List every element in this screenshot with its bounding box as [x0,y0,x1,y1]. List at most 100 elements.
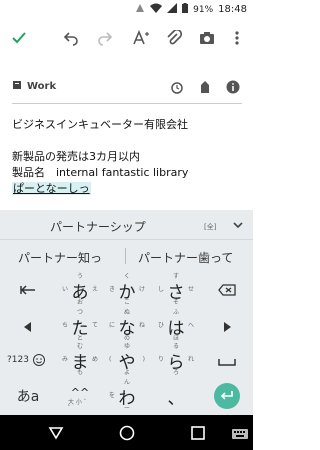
zen-label: [全] [204,223,217,231]
note-line: 新製品の発売は3カ月以内 [12,150,140,163]
flick-right: ) [142,356,145,363]
key-char: わ [118,388,136,409]
key-char: な [118,318,136,339]
triangle-left-icon [24,317,32,336]
key-char: ら [167,352,185,373]
divider [125,248,126,264]
kana-key-a[interactable]: うい あ えお [56,273,104,307]
triangle-right-icon [223,317,231,336]
flick-right: め [91,356,98,363]
symbol-key-label: ?123 [7,355,29,365]
cursor-back-key[interactable] [8,273,48,307]
move-left-key[interactable] [8,309,48,343]
label-chip[interactable]: Work [12,80,56,93]
wifi-icon [150,3,163,16]
flick-left: し [158,286,165,293]
more-menu-icon[interactable] [228,29,246,47]
key-char: か [118,282,136,303]
key-char: さ [167,282,185,303]
backspace-key[interactable] [207,273,247,307]
chevron-down-icon[interactable] [231,218,245,232]
flick-right: へ [187,322,194,329]
done-check-icon[interactable] [10,29,28,47]
key-char: は [167,318,185,339]
key-char: あ [71,282,89,303]
kana-key-ta[interactable]: つち た てと [56,309,104,343]
kana-key-ra[interactable]: るり ら れろ [152,343,200,377]
note-line: 製品名 internal fantastic library [12,166,189,179]
text-format-icon[interactable] [132,29,150,47]
signal-icon [167,3,178,16]
flick-right: ね [138,322,145,329]
key-char: た [71,318,89,339]
kana-key-sa[interactable]: すし さ せそ [152,273,200,307]
flick-right: え [91,286,98,293]
kana-key-ha[interactable]: ふひ は へほ [152,309,200,343]
attach-icon[interactable] [165,29,183,47]
status-bar: 91% 18:48 [0,0,253,19]
kana-key-wa[interactable]: んを わ ー [103,379,151,413]
kana-key-ka[interactable]: くき か けこ [103,273,151,307]
key-grid: ?123 あa うい あ えお くき か けこ すし さ せそ つち た てと … [0,273,253,415]
keyboard-switch-icon[interactable] [232,425,248,441]
flick-left: み [62,356,69,363]
note-body[interactable]: ビジネスインキュベーター有限会社 新製品の発売は3カ月以内 製品名 intern… [12,117,242,197]
flick-right: て [91,322,98,329]
input-mode-key[interactable]: あa [8,379,48,413]
punctuation-key[interactable]: 、 [152,379,200,413]
move-right-key[interactable] [207,309,247,343]
symbol-key[interactable]: ?123 [0,343,52,377]
small-dakuten-label: 大 小 ゛ ゜ [68,399,90,412]
main-candidate[interactable]: パートナーシップ [50,218,146,235]
battery-percent: 91% [193,4,214,15]
enter-icon [214,383,240,409]
flick-left: を [109,392,116,399]
flick-left: ち [62,322,69,329]
undo-icon[interactable] [62,29,80,47]
flick-right: け [138,286,145,293]
kana-key-ma[interactable]: むみ ま めも [56,343,104,377]
key-char: 、 [167,388,185,409]
flick-left: り [158,356,165,363]
notification-icon [135,3,145,16]
home-circle-icon[interactable] [119,425,135,441]
back-triangle-icon[interactable] [48,425,64,441]
arrow-left-bar-icon [20,281,36,300]
label-name: Work [27,81,57,92]
flick-left: ひ [158,322,165,329]
label-row: Work [12,76,242,104]
flick-right: れ [187,356,194,363]
composing-text: ぱーとなーしっ [12,182,91,195]
flick-left: い [62,286,69,293]
suggestion-bar: パートナーシップ [全] [0,210,253,240]
note-toolbar [0,19,253,57]
info-icon[interactable] [226,79,240,98]
camera-icon[interactable] [198,29,216,47]
label-icon [12,80,22,93]
flick-left: に [109,322,116,329]
reminder-alarm-icon[interactable] [170,79,184,98]
flick-right: せ [187,286,194,293]
recents-square-icon[interactable] [190,425,206,441]
candidate[interactable]: パートナー知っ [18,249,102,266]
redo-icon[interactable] [96,29,114,47]
input-mode-label: あa [16,389,40,405]
note-line: ビジネスインキュベーター有限会社 [12,118,188,131]
key-char: や [118,352,136,373]
kana-key-na[interactable]: ぬに な ねの [103,309,151,343]
key-char: ま [71,352,89,373]
candidate[interactable]: パートナー歯って [138,249,233,266]
kana-key-ya[interactable]: ゆ( や ) よ [103,343,151,377]
clock: 18:48 [218,4,247,15]
emoji-icon [32,351,45,370]
space-key[interactable] [207,343,247,377]
backspace-icon [218,281,236,300]
share-note-icon[interactable] [198,79,212,98]
key-char: ^^ [70,385,90,399]
flick-left: き [109,286,116,293]
candidate-row: パートナー知っ パートナー歯って [0,241,253,271]
enter-key[interactable] [207,379,247,413]
flick-left: ( [109,356,112,363]
dakuten-key[interactable]: ^^ 大 小 ゛ ゜ [56,379,104,413]
space-bar-icon [218,351,236,370]
